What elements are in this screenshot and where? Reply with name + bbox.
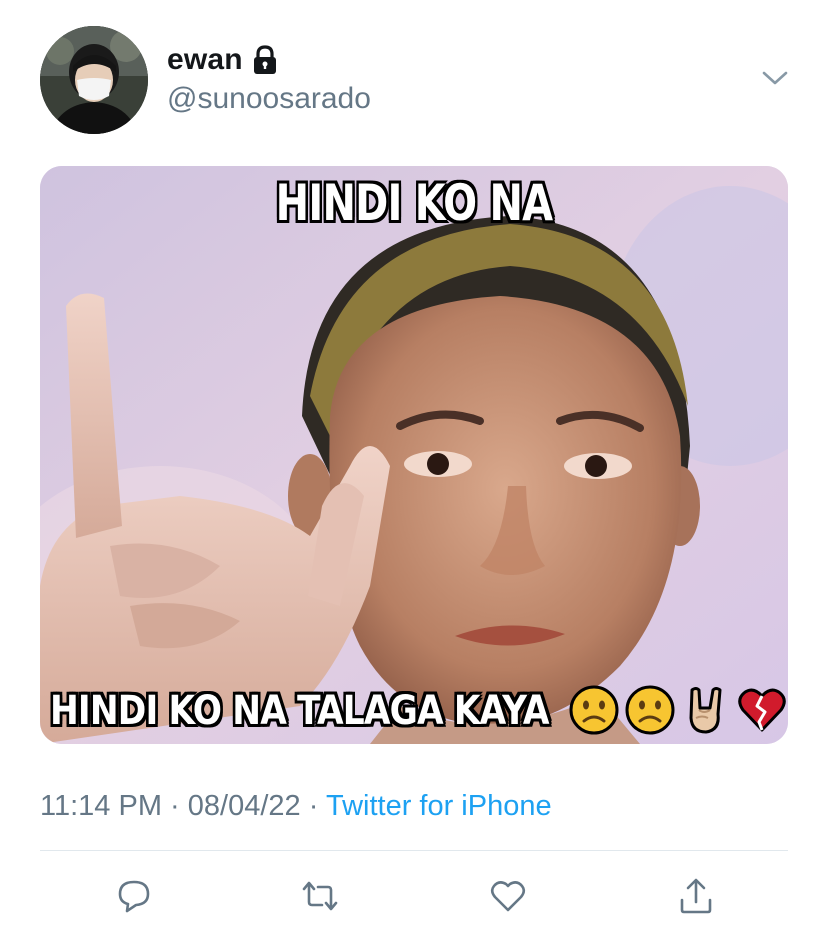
lock-icon <box>252 45 278 75</box>
meta-separator: · <box>170 790 180 822</box>
user-handle[interactable]: @sunoosarado <box>167 82 371 116</box>
frowning-face-emoji <box>625 685 675 735</box>
frowning-face-emoji <box>569 685 619 735</box>
avatar[interactable] <box>40 26 148 134</box>
tweet-date[interactable]: 08/04/22 <box>188 790 301 822</box>
meta-separator: · <box>308 790 319 822</box>
chevron-down-icon[interactable] <box>760 66 790 88</box>
rock-on-hand-emoji <box>689 687 722 734</box>
like-icon[interactable] <box>488 876 528 916</box>
display-name[interactable]: ewan <box>167 43 243 77</box>
reply-icon[interactable] <box>114 876 154 916</box>
broken-heart-emoji <box>738 688 786 732</box>
meme-top-caption: HINDI KO NA <box>275 174 553 232</box>
tweet-source-link[interactable]: Twitter for iPhone <box>326 790 552 822</box>
retweet-icon[interactable] <box>300 876 340 916</box>
tweet-meta: 11:14 PM · 08/04/22 · Twitter for iPhone <box>40 790 552 823</box>
share-icon[interactable] <box>676 876 716 916</box>
tweet-time[interactable]: 11:14 PM <box>40 790 162 822</box>
divider <box>40 850 788 851</box>
caption-emojis <box>568 684 788 736</box>
tweet-media-image[interactable]: HINDI KO NA HINDI KO NA TALAGA KAYA <box>40 166 788 744</box>
